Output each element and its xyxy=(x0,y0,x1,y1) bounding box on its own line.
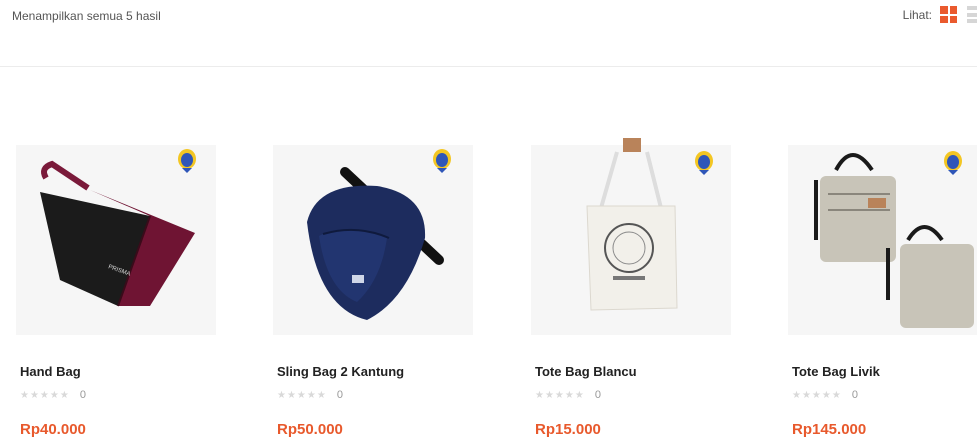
shop-toolbar: Menampilkan semua 5 hasil Lihat: xyxy=(0,0,977,67)
product-card[interactable]: Tote Bag Livik ★★★★★ 0 Rp145.000 xyxy=(772,130,977,441)
product-rating: ★★★★★ 0 xyxy=(277,389,343,401)
view-switch: Lihat: xyxy=(903,6,977,23)
product-card[interactable]: Sling Bag 2 Kantung ★★★★★ 0 Rp50.000 xyxy=(257,130,492,441)
logo-badge-icon xyxy=(433,149,451,173)
product-rating: ★★★★★ 0 xyxy=(535,389,601,401)
star-rating-icon: ★★★★★ xyxy=(792,389,842,401)
star-rating-icon: ★★★★★ xyxy=(277,389,327,401)
product-name[interactable]: Tote Bag Livik xyxy=(792,364,880,379)
view-label: Lihat: xyxy=(902,7,932,22)
product-card[interactable]: PRISMA Hand Bag ★★★★★ 0 Rp40.000 xyxy=(0,130,235,441)
product-image-hand-bag[interactable]: PRISMA xyxy=(0,130,235,340)
product-name[interactable]: Tote Bag Blancu xyxy=(535,364,637,379)
logo-badge-icon xyxy=(695,151,713,175)
review-count: 0 xyxy=(594,389,601,401)
logo-badge-icon xyxy=(178,149,196,173)
product-rating: ★★★★★ 0 xyxy=(792,389,858,401)
review-count: 0 xyxy=(851,389,858,401)
product-price: Rp145.000 xyxy=(792,421,867,438)
review-count: 0 xyxy=(336,389,343,401)
product-card[interactable]: Tote Bag Blancu ★★★★★ 0 Rp15.000 xyxy=(515,130,750,441)
star-rating-icon: ★★★★★ xyxy=(535,389,585,401)
product-price: Rp50.000 xyxy=(277,421,343,438)
list-view-icon[interactable] xyxy=(967,6,977,23)
product-image-sling-bag[interactable] xyxy=(257,130,492,340)
product-name[interactable]: Hand Bag xyxy=(20,364,81,379)
product-name[interactable]: Sling Bag 2 Kantung xyxy=(277,364,404,379)
product-price: Rp15.000 xyxy=(535,421,601,438)
product-price: Rp40.000 xyxy=(20,421,86,438)
logo-badge-icon xyxy=(944,151,962,175)
review-count: 0 xyxy=(79,389,86,401)
product-rating: ★★★★★ 0 xyxy=(20,389,86,401)
star-rating-icon: ★★★★★ xyxy=(20,389,70,401)
grid-view-icon[interactable] xyxy=(940,6,957,23)
result-count: Menampilkan semua 5 hasil xyxy=(12,9,161,23)
